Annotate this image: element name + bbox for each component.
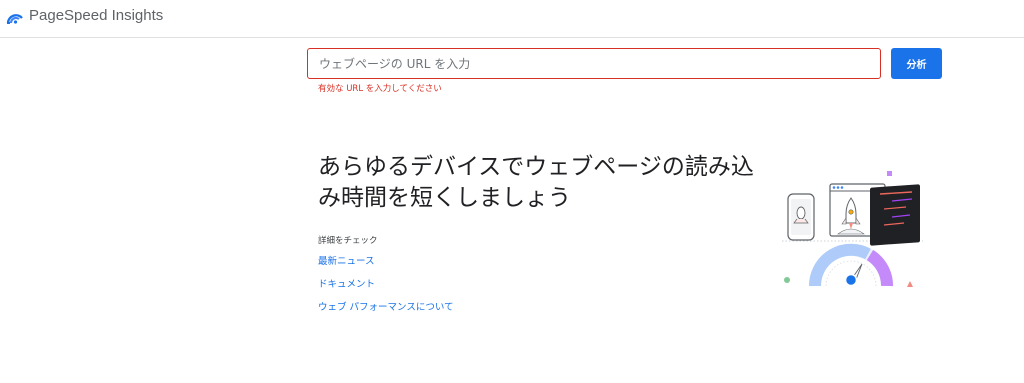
analyze-button[interactable]: 分析 bbox=[891, 48, 942, 79]
url-error-message: 有効な URL を入力してください bbox=[318, 84, 442, 94]
speed-gauge-icon bbox=[808, 243, 894, 287]
app-title[interactable]: PageSpeed Insights bbox=[29, 7, 163, 24]
speed-illustration bbox=[782, 171, 923, 287]
phone-icon bbox=[787, 193, 815, 241]
top-bar: PageSpeed Insights bbox=[0, 0, 1024, 38]
url-input[interactable] bbox=[307, 48, 881, 79]
link-documentation[interactable]: ドキュメント bbox=[318, 276, 375, 290]
link-latest-news[interactable]: 最新ニュース bbox=[318, 253, 375, 267]
link-web-performance[interactable]: ウェブ パフォーマンスについて bbox=[318, 299, 454, 313]
details-label: 詳細をチェック bbox=[318, 236, 378, 246]
page-headline: あらゆるデバイスでウェブページの読み込み時間を短くしましょう bbox=[318, 154, 754, 211]
code-window-icon bbox=[870, 184, 920, 246]
pagespeed-gauge-icon[interactable] bbox=[6, 9, 24, 25]
